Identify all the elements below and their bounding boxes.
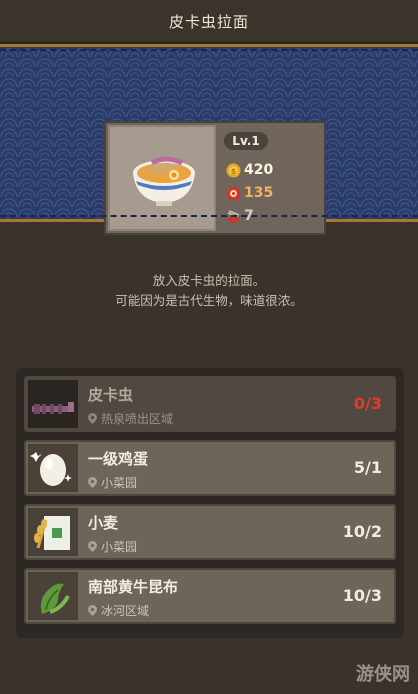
ingredient-list: 皮卡虫 热泉喷出区域 0/3 一级鸡蛋 小菜园 5/1 小麦 小菜园 10/2 …	[16, 368, 404, 638]
ingredient-location: 小菜园	[88, 474, 137, 491]
egg-icon	[30, 452, 72, 486]
ingredient-name: 南部黄牛昆布	[88, 578, 179, 596]
price-value: 420	[244, 162, 274, 178]
ingredient-count: 10/2	[342, 522, 382, 541]
location-pin-icon	[88, 477, 97, 488]
bowl-chopsticks-icon	[227, 209, 240, 223]
location-pin-icon	[88, 605, 97, 616]
ingredient-row-wheat[interactable]: 小麦 小菜园 10/2	[24, 504, 396, 560]
ingredient-name: 皮卡虫	[88, 386, 134, 404]
dish-banner: Lv.1 $ 420 135 7	[0, 44, 418, 235]
ingredient-image	[28, 444, 78, 492]
ingredient-count: 0/3	[353, 394, 382, 413]
fame-stat: 135	[226, 185, 273, 201]
servings-value: 7	[244, 208, 254, 224]
location-label: 小菜园	[101, 476, 138, 490]
kelp-icon	[40, 583, 70, 614]
ramen-bowl-icon	[133, 156, 195, 206]
ingredient-row-kelp[interactable]: 南部黄牛昆布 冰河区域 10/3	[24, 568, 396, 624]
ingredient-count: 10/3	[342, 586, 382, 605]
dish-image	[108, 125, 216, 231]
location-label: 冰河区域	[101, 604, 150, 618]
coin-icon: $	[226, 163, 241, 177]
description-line-1: 放入皮卡虫的拉面。	[152, 273, 266, 288]
location-pin-icon	[88, 541, 97, 552]
fame-value: 135	[244, 185, 274, 201]
pika-bug-icon	[32, 402, 74, 414]
ingredient-name: 小麦	[88, 514, 119, 532]
location-label: 小菜园	[101, 540, 138, 554]
ingredient-image	[28, 572, 78, 620]
svg-text:$: $	[231, 167, 237, 176]
wheat-icon	[34, 516, 70, 550]
ingredient-image	[28, 380, 78, 428]
servings-stat: 7	[226, 208, 254, 224]
ingredient-count: 5/1	[353, 458, 382, 477]
dish-card: Lv.1 $ 420 135 7	[104, 121, 326, 235]
dish-description: 放入皮卡虫的拉面。 可能因为是古代生物，味道很浓。	[0, 271, 418, 311]
ingredient-name: 一级鸡蛋	[88, 450, 149, 468]
price-stat: $ 420	[226, 162, 273, 178]
location-label: 热泉喷出区域	[101, 412, 174, 426]
location-pin-icon	[88, 413, 97, 424]
ingredient-location: 小菜园	[88, 538, 137, 555]
title-bar: 皮卡虫拉面	[0, 0, 418, 44]
level-badge: Lv.1	[224, 132, 268, 150]
ingredient-location: 冰河区域	[88, 602, 149, 619]
ingredient-row-pika-bug[interactable]: 皮卡虫 热泉喷出区域 0/3	[24, 376, 396, 432]
watermark: 游侠网	[356, 664, 410, 685]
ingredient-location: 热泉喷出区域	[88, 410, 173, 427]
fame-icon	[226, 186, 241, 200]
description-line-2: 可能因为是古代生物，味道很浓。	[115, 293, 303, 308]
ingredient-row-egg[interactable]: 一级鸡蛋 小菜园 5/1	[24, 440, 396, 496]
ingredient-image	[28, 508, 78, 556]
page-title: 皮卡虫拉面	[168, 12, 249, 31]
